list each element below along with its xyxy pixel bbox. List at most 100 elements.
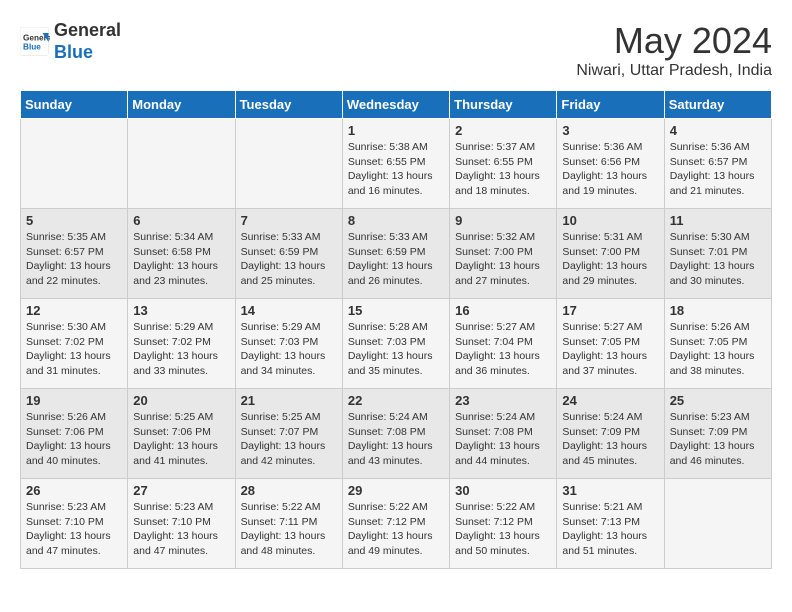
- cell-info: Sunrise: 5:38 AM Sunset: 6:55 PM Dayligh…: [348, 140, 444, 199]
- day-number: 14: [241, 303, 337, 318]
- calendar-cell: 3 Sunrise: 5:36 AM Sunset: 6:56 PM Daylig…: [557, 119, 664, 209]
- day-number: 24: [562, 393, 658, 408]
- calendar-cell: 23 Sunrise: 5:24 AM Sunset: 7:08 PM Dayli…: [450, 389, 557, 479]
- cell-info: Sunrise: 5:22 AM Sunset: 7:12 PM Dayligh…: [348, 500, 444, 559]
- day-number: 5: [26, 213, 122, 228]
- calendar-cell: 8 Sunrise: 5:33 AM Sunset: 6:59 PM Daylig…: [342, 209, 449, 299]
- calendar-cell: 29 Sunrise: 5:22 AM Sunset: 7:12 PM Dayli…: [342, 479, 449, 569]
- day-number: 2: [455, 123, 551, 138]
- cell-info: Sunrise: 5:24 AM Sunset: 7:09 PM Dayligh…: [562, 410, 658, 469]
- calendar-cell: 20Sunrise: 5:25 AM Sunset: 7:06 PM Dayli…: [128, 389, 235, 479]
- day-number: 22: [348, 393, 444, 408]
- svg-text:Blue: Blue: [23, 42, 41, 51]
- day-number: 30: [455, 483, 551, 498]
- day-number: 15: [348, 303, 444, 318]
- logo-text: General Blue: [54, 20, 121, 63]
- cell-info: Sunrise: 5:25 AM Sunset: 7:06 PM Dayligh…: [133, 410, 229, 469]
- day-number: 21: [241, 393, 337, 408]
- calendar-cell: 7 Sunrise: 5:33 AM Sunset: 6:59 PM Daylig…: [235, 209, 342, 299]
- day-number: 6: [133, 213, 229, 228]
- calendar-week-row: 12Sunrise: 5:30 AM Sunset: 7:02 PM Dayli…: [21, 299, 772, 389]
- calendar-cell: 27Sunrise: 5:23 AM Sunset: 7:10 PM Dayli…: [128, 479, 235, 569]
- weekday-header-wednesday: Wednesday: [342, 91, 449, 119]
- day-number: 27: [133, 483, 229, 498]
- day-number: 12: [26, 303, 122, 318]
- cell-info: Sunrise: 5:29 AM Sunset: 7:02 PM Dayligh…: [133, 320, 229, 379]
- logo-line1: General: [54, 20, 121, 42]
- calendar-week-row: 5 Sunrise: 5:35 AM Sunset: 6:57 PM Daylig…: [21, 209, 772, 299]
- calendar-cell: 24 Sunrise: 5:24 AM Sunset: 7:09 PM Dayli…: [557, 389, 664, 479]
- day-number: 1: [348, 123, 444, 138]
- cell-info: Sunrise: 5:22 AM Sunset: 7:11 PM Dayligh…: [241, 500, 337, 559]
- calendar-week-row: 26Sunrise: 5:23 AM Sunset: 7:10 PM Dayli…: [21, 479, 772, 569]
- weekday-header-tuesday: Tuesday: [235, 91, 342, 119]
- day-number: 31: [562, 483, 658, 498]
- calendar-cell: 17Sunrise: 5:27 AM Sunset: 7:05 PM Dayli…: [557, 299, 664, 389]
- calendar-cell: 18Sunrise: 5:26 AM Sunset: 7:05 PM Dayli…: [664, 299, 771, 389]
- calendar-cell: [664, 479, 771, 569]
- calendar-cell: 31 Sunrise: 5:21 AM Sunset: 7:13 PM Dayli…: [557, 479, 664, 569]
- cell-info: Sunrise: 5:33 AM Sunset: 6:59 PM Dayligh…: [241, 230, 337, 289]
- month-title: May 2024: [576, 20, 772, 62]
- cell-info: Sunrise: 5:32 AM Sunset: 7:00 PM Dayligh…: [455, 230, 551, 289]
- day-number: 4: [670, 123, 766, 138]
- cell-info: Sunrise: 5:24 AM Sunset: 7:08 PM Dayligh…: [455, 410, 551, 469]
- day-number: 13: [133, 303, 229, 318]
- calendar-cell: 10Sunrise: 5:31 AM Sunset: 7:00 PM Dayli…: [557, 209, 664, 299]
- logo-line2: Blue: [54, 42, 121, 64]
- cell-info: Sunrise: 5:33 AM Sunset: 6:59 PM Dayligh…: [348, 230, 444, 289]
- calendar-cell: 26Sunrise: 5:23 AM Sunset: 7:10 PM Dayli…: [21, 479, 128, 569]
- day-number: 19: [26, 393, 122, 408]
- calendar-cell: 1 Sunrise: 5:38 AM Sunset: 6:55 PM Daylig…: [342, 119, 449, 209]
- day-number: 29: [348, 483, 444, 498]
- day-number: 26: [26, 483, 122, 498]
- cell-info: Sunrise: 5:34 AM Sunset: 6:58 PM Dayligh…: [133, 230, 229, 289]
- cell-info: Sunrise: 5:25 AM Sunset: 7:07 PM Dayligh…: [241, 410, 337, 469]
- cell-info: Sunrise: 5:22 AM Sunset: 7:12 PM Dayligh…: [455, 500, 551, 559]
- calendar-table: SundayMondayTuesdayWednesdayThursdayFrid…: [20, 90, 772, 569]
- location-title: Niwari, Uttar Pradesh, India: [576, 62, 772, 80]
- calendar-week-row: 1 Sunrise: 5:38 AM Sunset: 6:55 PM Daylig…: [21, 119, 772, 209]
- cell-info: Sunrise: 5:35 AM Sunset: 6:57 PM Dayligh…: [26, 230, 122, 289]
- cell-info: Sunrise: 5:21 AM Sunset: 7:13 PM Dayligh…: [562, 500, 658, 559]
- cell-info: Sunrise: 5:28 AM Sunset: 7:03 PM Dayligh…: [348, 320, 444, 379]
- calendar-cell: 11Sunrise: 5:30 AM Sunset: 7:01 PM Dayli…: [664, 209, 771, 299]
- calendar-cell: 16Sunrise: 5:27 AM Sunset: 7:04 PM Dayli…: [450, 299, 557, 389]
- day-number: 7: [241, 213, 337, 228]
- calendar-cell: [21, 119, 128, 209]
- calendar-cell: 30 Sunrise: 5:22 AM Sunset: 7:12 PM Dayli…: [450, 479, 557, 569]
- day-number: 25: [670, 393, 766, 408]
- cell-info: Sunrise: 5:36 AM Sunset: 6:56 PM Dayligh…: [562, 140, 658, 199]
- calendar-cell: [235, 119, 342, 209]
- cell-info: Sunrise: 5:37 AM Sunset: 6:55 PM Dayligh…: [455, 140, 551, 199]
- calendar-week-row: 19 Sunrise: 5:26 AM Sunset: 7:06 PM Dayli…: [21, 389, 772, 479]
- logo: General Blue General Blue: [20, 20, 121, 63]
- calendar-cell: 14 Sunrise: 5:29 AM Sunset: 7:03 PM Dayli…: [235, 299, 342, 389]
- weekday-header-sunday: Sunday: [21, 91, 128, 119]
- day-number: 18: [670, 303, 766, 318]
- calendar-cell: 19 Sunrise: 5:26 AM Sunset: 7:06 PM Dayli…: [21, 389, 128, 479]
- logo-icon: General Blue: [20, 27, 50, 57]
- calendar-cell: [128, 119, 235, 209]
- day-number: 3: [562, 123, 658, 138]
- calendar-cell: 22Sunrise: 5:24 AM Sunset: 7:08 PM Dayli…: [342, 389, 449, 479]
- title-section: May 2024 Niwari, Uttar Pradesh, India: [576, 20, 772, 80]
- day-number: 23: [455, 393, 551, 408]
- weekday-header-saturday: Saturday: [664, 91, 771, 119]
- day-number: 8: [348, 213, 444, 228]
- cell-info: Sunrise: 5:36 AM Sunset: 6:57 PM Dayligh…: [670, 140, 766, 199]
- calendar-cell: 15 Sunrise: 5:28 AM Sunset: 7:03 PM Dayli…: [342, 299, 449, 389]
- calendar-cell: 2 Sunrise: 5:37 AM Sunset: 6:55 PM Daylig…: [450, 119, 557, 209]
- day-number: 9: [455, 213, 551, 228]
- calendar-cell: 12Sunrise: 5:30 AM Sunset: 7:02 PM Dayli…: [21, 299, 128, 389]
- header: General Blue General Blue May 2024 Niwar…: [20, 20, 772, 80]
- calendar-cell: 13 Sunrise: 5:29 AM Sunset: 7:02 PM Dayli…: [128, 299, 235, 389]
- calendar-cell: 6 Sunrise: 5:34 AM Sunset: 6:58 PM Daylig…: [128, 209, 235, 299]
- calendar-cell: 4 Sunrise: 5:36 AM Sunset: 6:57 PM Daylig…: [664, 119, 771, 209]
- weekday-header-thursday: Thursday: [450, 91, 557, 119]
- cell-info: Sunrise: 5:30 AM Sunset: 7:01 PM Dayligh…: [670, 230, 766, 289]
- cell-info: Sunrise: 5:29 AM Sunset: 7:03 PM Dayligh…: [241, 320, 337, 379]
- cell-info: Sunrise: 5:26 AM Sunset: 7:06 PM Dayligh…: [26, 410, 122, 469]
- weekday-header-row: SundayMondayTuesdayWednesdayThursdayFrid…: [21, 91, 772, 119]
- calendar-cell: 5 Sunrise: 5:35 AM Sunset: 6:57 PM Daylig…: [21, 209, 128, 299]
